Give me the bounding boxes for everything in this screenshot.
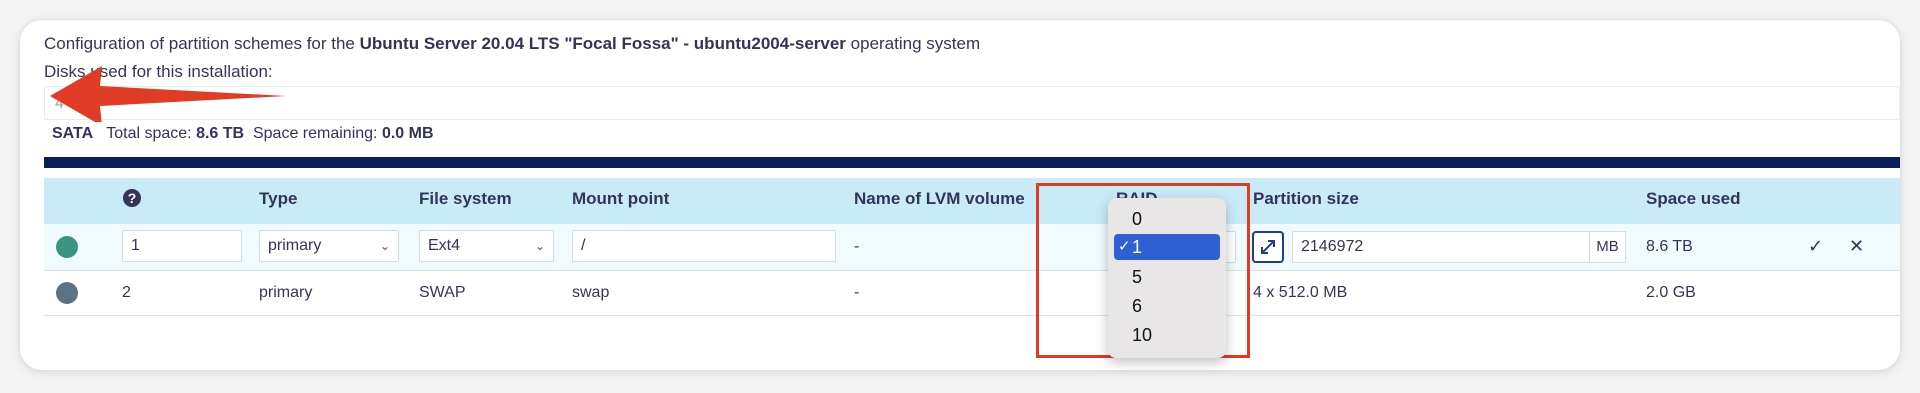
partition-filesystem: SWAP	[419, 284, 466, 301]
type-select-value: primary	[268, 237, 322, 254]
space-usage-bar	[44, 157, 1900, 168]
header-mount-point: Mount point	[572, 189, 670, 208]
raid-option-1[interactable]: ✓ 1	[1114, 234, 1220, 260]
header-space-used: Space used	[1646, 189, 1741, 208]
partition-index-input[interactable]: 1	[122, 230, 242, 262]
help-icon[interactable]: ?	[122, 188, 142, 213]
raid-option-0[interactable]: 0	[1114, 206, 1220, 232]
disks-count-input[interactable]: 4	[44, 86, 1900, 120]
header-lvm-volume: Name of LVM volume	[854, 189, 1025, 208]
raid-option-6[interactable]: 6	[1114, 293, 1220, 319]
total-label: Total space:	[106, 125, 192, 142]
intro-prefix: Configuration of partition schemes for t…	[44, 34, 355, 53]
os-name: Ubuntu Server 20.04 LTS "Focal Fossa" - …	[359, 34, 846, 53]
storage-summary: SATA Total space: 8.6 TB Space remaining…	[52, 125, 434, 143]
partition-type: primary	[259, 284, 313, 301]
expand-icon	[1261, 240, 1275, 254]
raid-dropdown-menu: 0 ✓ 1 5 6 10	[1108, 198, 1226, 358]
status-dot	[56, 236, 78, 258]
partition-size: 4 x 512.0 MB	[1253, 284, 1348, 301]
header-partition-size: Partition size	[1253, 189, 1359, 208]
partition-size-input[interactable]: 2146972	[1292, 231, 1590, 263]
filesystem-select-value: Ext4	[428, 237, 461, 254]
remaining-label: Space remaining:	[252, 125, 378, 142]
raid-option-5[interactable]: 5	[1114, 264, 1220, 290]
header-type: Type	[259, 189, 298, 208]
checkmark-icon: ✓	[1118, 238, 1131, 255]
partition-mount-point: swap	[572, 284, 610, 301]
space-used-value: 8.6 TB	[1646, 238, 1693, 255]
lvm-volume-value: -	[854, 238, 860, 255]
filesystem-select[interactable]: Ext4 ⌄	[419, 230, 554, 262]
lvm-volume-value: -	[854, 284, 860, 301]
storage-type: SATA	[52, 125, 94, 142]
expand-size-button[interactable]	[1252, 231, 1284, 263]
type-select[interactable]: primary ⌄	[259, 230, 399, 262]
table-row	[44, 271, 1900, 316]
annotation-arrow-icon	[50, 66, 286, 122]
remaining-value: 0.0 MB	[381, 125, 434, 142]
size-unit-label: MB	[1590, 231, 1626, 263]
mount-point-input[interactable]: /	[572, 230, 836, 262]
chevron-down-icon: ⌄	[379, 239, 390, 253]
partition-index: 2	[122, 284, 131, 301]
svg-text:?: ?	[128, 190, 137, 206]
raid-option-10[interactable]: 10	[1114, 322, 1220, 348]
space-used-value: 2.0 GB	[1646, 284, 1696, 301]
confirm-icon[interactable]: ✓	[1808, 236, 1823, 257]
header-filesystem: File system	[419, 189, 512, 208]
total-value: 8.6 TB	[196, 125, 245, 142]
chevron-down-icon: ⌄	[534, 239, 545, 253]
raid-option-1-label: 1	[1132, 237, 1143, 257]
cancel-icon[interactable]: ✕	[1849, 236, 1864, 257]
status-dot	[56, 282, 78, 304]
intro-suffix: operating system	[850, 34, 981, 53]
intro-text: Configuration of partition schemes for t…	[44, 34, 980, 54]
